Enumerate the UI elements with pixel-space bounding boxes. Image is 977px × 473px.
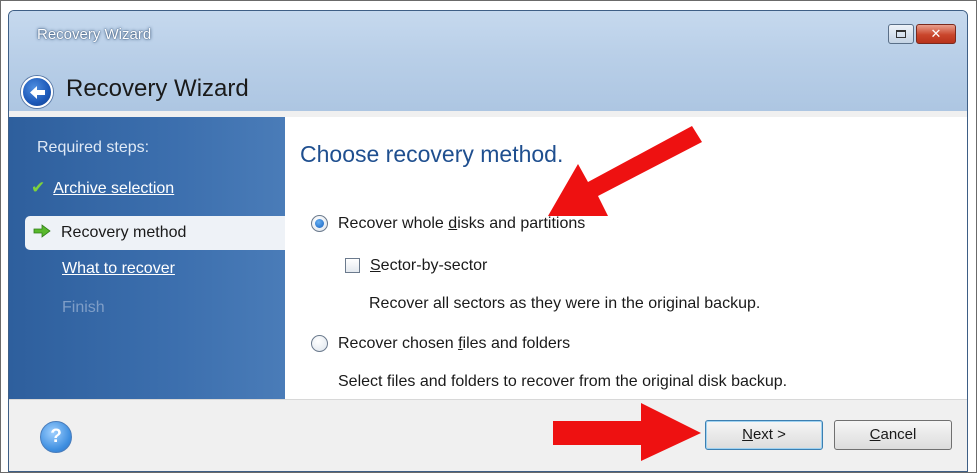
step-finish: Finish xyxy=(62,299,105,316)
window-title: Recovery Wizard xyxy=(37,26,152,43)
steps-sidebar: Required steps: ✔ Archive selection Recov… xyxy=(9,117,287,399)
recover-files-description: Select files and folders to recover from… xyxy=(338,373,788,390)
annotation-arrow-top xyxy=(548,126,702,216)
green-arrow-icon xyxy=(33,224,51,238)
titlebar: Recovery Wizard ✕ Recovery Wizard xyxy=(9,11,967,111)
recovery-wizard-window: Recovery Wizard ✕ Recovery Wizard Requir… xyxy=(8,10,968,472)
back-button[interactable] xyxy=(21,76,53,108)
next-button[interactable]: Next > xyxy=(705,420,823,450)
sector-by-sector-label[interactable]: Sector-by-sector xyxy=(370,257,487,275)
close-button[interactable]: ✕ xyxy=(916,24,956,44)
step-what-to-recover[interactable]: What to recover xyxy=(62,260,175,278)
sidebar-heading: Required steps: xyxy=(37,139,150,156)
step-label: Archive selection xyxy=(53,180,175,197)
close-icon: ✕ xyxy=(930,26,942,41)
help-icon[interactable]: ? xyxy=(40,421,72,453)
back-arrow-icon xyxy=(30,86,45,99)
recover-files-label[interactable]: Recover chosen files and folders xyxy=(338,335,570,353)
cancel-button[interactable]: Cancel xyxy=(834,420,952,450)
sector-by-sector-checkbox[interactable] xyxy=(345,258,360,273)
check-icon: ✔ xyxy=(31,178,46,197)
step-recovery-method: Recovery method xyxy=(25,216,287,250)
restore-icon xyxy=(896,30,906,38)
annotation-arrow-bottom xyxy=(553,403,701,461)
restore-button[interactable] xyxy=(888,24,914,44)
recover-disks-radio[interactable] xyxy=(311,215,328,232)
recover-files-radio[interactable] xyxy=(311,335,328,352)
sector-by-sector-description: Recover all sectors as they were in the … xyxy=(369,295,761,312)
wizard-header-title: Recovery Wizard xyxy=(66,75,249,102)
step-archive-selection[interactable]: ✔ Archive selection xyxy=(31,178,174,198)
step-label: Recovery method xyxy=(61,224,187,241)
footer-bar: ? Next > Cancel xyxy=(9,399,967,471)
page-title: Choose recovery method. xyxy=(300,141,564,167)
